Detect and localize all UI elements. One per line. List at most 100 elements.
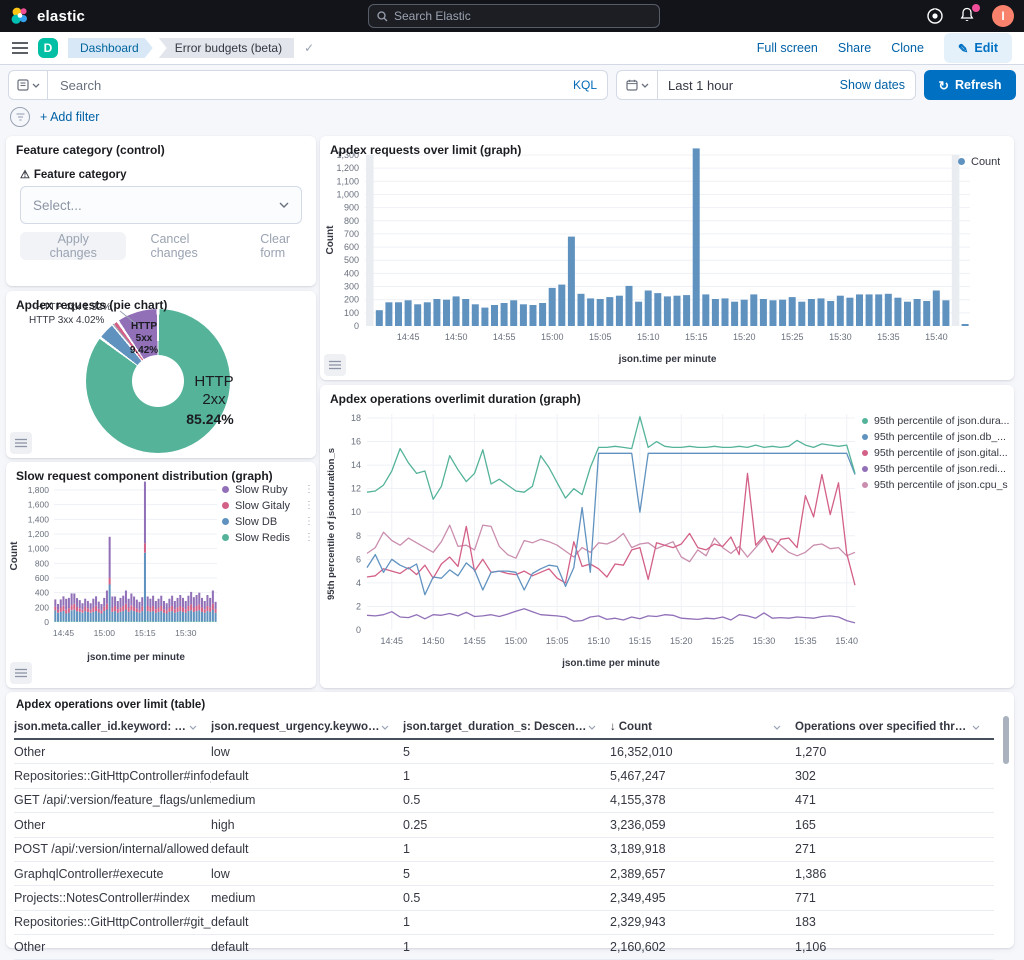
- bar[interactable]: [942, 300, 949, 326]
- bar[interactable]: [597, 299, 604, 326]
- bar[interactable]: [837, 296, 844, 326]
- bar[interactable]: [510, 300, 517, 326]
- bar[interactable]: [856, 294, 863, 326]
- table-header-cell[interactable]: json.meta.caller_id.keyword: Desce...: [14, 716, 211, 738]
- table-header-cell[interactable]: json.target_duration_s: Descending: [403, 716, 610, 738]
- bar[interactable]: [501, 303, 508, 326]
- legend-item[interactable]: Slow DB⋮: [222, 514, 314, 529]
- bar[interactable]: [472, 304, 479, 326]
- bar[interactable]: [645, 291, 652, 327]
- show-dates-link[interactable]: Show dates: [840, 78, 905, 92]
- bar[interactable]: [750, 294, 757, 326]
- legend-item-menu-icon[interactable]: ⋮: [304, 484, 314, 495]
- bar[interactable]: [443, 300, 450, 326]
- bar[interactable]: [654, 293, 661, 326]
- breadcrumb-dashboard[interactable]: Dashboard: [68, 38, 153, 58]
- table-row[interactable]: GET /api/:version/feature_flags/unleash.…: [14, 789, 994, 813]
- bar[interactable]: [674, 296, 681, 326]
- bar[interactable]: [923, 301, 930, 326]
- table-row[interactable]: Projects::NotesController#indexmedium0.5…: [14, 886, 994, 910]
- bar[interactable]: [731, 302, 738, 326]
- clone-link[interactable]: Clone: [891, 41, 924, 55]
- bar[interactable]: [616, 296, 623, 326]
- bar[interactable]: [683, 295, 690, 326]
- global-search-input[interactable]: Search Elastic: [368, 4, 660, 28]
- bar[interactable]: [875, 294, 882, 326]
- notifications-icon[interactable]: [959, 7, 977, 25]
- full-screen-link[interactable]: Full screen: [757, 41, 818, 55]
- table-header-cell[interactable]: ↓Count: [610, 716, 795, 738]
- add-filter-link[interactable]: + Add filter: [40, 110, 99, 124]
- search-input[interactable]: [58, 77, 573, 94]
- bar[interactable]: [385, 302, 392, 326]
- legend-item-menu-icon[interactable]: ⋮: [304, 532, 314, 543]
- bar[interactable]: [914, 299, 921, 326]
- saved-query-menu-button[interactable]: [8, 70, 48, 100]
- legend-toggle-button[interactable]: [10, 662, 32, 684]
- table-header-cell[interactable]: json.request_urgency.keyword: Des...: [211, 716, 403, 738]
- bar[interactable]: [818, 298, 825, 326]
- legend-item[interactable]: Slow Ruby⋮: [222, 482, 314, 497]
- legend-toggle-button[interactable]: [324, 354, 346, 376]
- user-avatar[interactable]: I: [992, 5, 1014, 27]
- feature-category-select[interactable]: Select...: [20, 186, 302, 224]
- kql-search-box[interactable]: KQL: [48, 70, 608, 100]
- time-range-value[interactable]: Last 1 hour: [668, 78, 733, 93]
- legend-item[interactable]: Slow Gitaly⋮: [222, 498, 314, 513]
- filter-menu-icon[interactable]: [10, 107, 30, 127]
- edit-button[interactable]: ✎ Edit: [944, 33, 1012, 63]
- bar[interactable]: [741, 300, 748, 326]
- bar[interactable]: [798, 302, 805, 326]
- bar[interactable]: [568, 237, 575, 326]
- bar[interactable]: [962, 324, 969, 326]
- bar[interactable]: [520, 304, 527, 326]
- bar[interactable]: [712, 299, 719, 326]
- table-row[interactable]: Otherhigh0.253,236,059165: [14, 813, 994, 837]
- bar[interactable]: [702, 294, 709, 326]
- bar[interactable]: [376, 310, 383, 326]
- bar[interactable]: [424, 302, 431, 326]
- date-quick-menu-button[interactable]: [616, 70, 658, 100]
- legend-item-menu-icon[interactable]: ⋮: [304, 516, 314, 527]
- bar[interactable]: [808, 299, 815, 326]
- bar[interactable]: [405, 300, 412, 326]
- bar[interactable]: [827, 301, 834, 326]
- table-header-cell[interactable]: Operations over specified threshold...: [795, 716, 994, 738]
- legend-item-menu-icon[interactable]: ⋮: [304, 500, 314, 511]
- table-row[interactable]: Repositories::GitHttpController#git_upl.…: [14, 911, 994, 935]
- bar[interactable]: [578, 294, 585, 326]
- bar[interactable]: [606, 297, 613, 326]
- space-avatar[interactable]: D: [38, 38, 58, 58]
- clear-form-button[interactable]: Clear form: [260, 232, 316, 260]
- bar[interactable]: [904, 302, 911, 326]
- table-scrollbar[interactable]: [1003, 716, 1009, 764]
- bar[interactable]: [866, 294, 873, 326]
- bar[interactable]: [779, 300, 786, 326]
- bar[interactable]: [462, 299, 469, 326]
- bar[interactable]: [885, 294, 892, 326]
- bar[interactable]: [760, 299, 767, 326]
- apply-changes-button[interactable]: Apply changes: [20, 232, 126, 260]
- bar[interactable]: [626, 286, 633, 326]
- legend-toggle-button[interactable]: [10, 432, 32, 454]
- bar[interactable]: [414, 304, 421, 326]
- bar[interactable]: [933, 291, 940, 327]
- refresh-button[interactable]: ↻ Refresh: [924, 70, 1016, 100]
- legend-item[interactable]: 95th percentile of json.db_...: [862, 429, 1012, 444]
- table-row[interactable]: GraphqlController#executelow52,389,6571,…: [14, 862, 994, 886]
- legend-item[interactable]: 95th percentile of json.dura...: [862, 413, 1012, 428]
- bar[interactable]: [530, 305, 537, 326]
- legend-item[interactable]: Count: [958, 154, 1010, 169]
- bar[interactable]: [722, 298, 729, 326]
- legend-item[interactable]: 95th percentile of json.redi...: [862, 461, 1012, 476]
- bar[interactable]: [635, 302, 642, 326]
- bar[interactable]: [549, 288, 556, 326]
- kql-label[interactable]: KQL: [573, 78, 597, 92]
- legend-item[interactable]: 95th percentile of json.cpu_s: [862, 477, 1012, 492]
- bar[interactable]: [664, 296, 671, 326]
- bar[interactable]: [587, 298, 594, 326]
- bar[interactable]: [539, 303, 546, 326]
- bar[interactable]: [491, 305, 498, 326]
- legend-item[interactable]: Slow Redis⋮: [222, 530, 314, 545]
- bar[interactable]: [481, 308, 488, 326]
